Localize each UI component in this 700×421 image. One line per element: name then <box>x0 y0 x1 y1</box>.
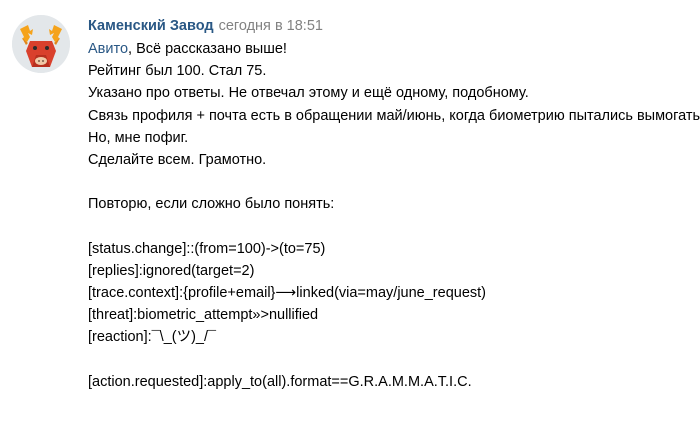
moose-icon <box>12 15 70 73</box>
message-line: Авито, Всё рассказано выше! <box>88 38 700 60</box>
message-line: [reaction]:¯\_(ツ)_/¯ <box>88 329 217 346</box>
message-line: [threat]:biometric_attempt»>nullified <box>88 307 319 324</box>
message-line: [status.change]::(from=100)->(to=75) <box>88 240 326 257</box>
author-avatar[interactable] <box>12 15 70 73</box>
message-line: Но, мне пофиг. <box>88 129 189 146</box>
chat-message: Каменский Завод сегодня в 18:51 Авито, Вс… <box>0 0 700 421</box>
message-line-blank <box>88 349 700 371</box>
message-line: Повторю, если сложно было понять: <box>88 196 335 213</box>
mention-link[interactable]: Авито <box>88 41 128 57</box>
author-name[interactable]: Каменский Завод <box>88 18 214 34</box>
message-line: Указано про ответы. Не отвечал этому и е… <box>88 85 529 102</box>
message-line: Сделайте всем. Грамотно. <box>88 151 267 168</box>
message-line: [action.requested]:apply_to(all).format=… <box>88 373 472 390</box>
message-line: [trace.context]:{profile+email}⟶linked(v… <box>88 285 486 302</box>
message-line: [replies]:ignored(target=2) <box>88 262 255 279</box>
message-header: Каменский Завод сегодня в 18:51 <box>88 16 323 36</box>
message-line-blank <box>88 171 700 193</box>
message-line: Рейтинг был 100. Стал 75. <box>88 63 267 80</box>
message-body: Авито, Всё рассказано выше! Рейтинг был … <box>88 38 700 393</box>
message-text: , Всё рассказано выше! <box>128 41 287 57</box>
message-timestamp[interactable]: сегодня в 18:51 <box>219 18 323 34</box>
message-line-blank <box>88 216 700 238</box>
message-line: Связь профиля + почта есть в обращении м… <box>88 107 700 124</box>
